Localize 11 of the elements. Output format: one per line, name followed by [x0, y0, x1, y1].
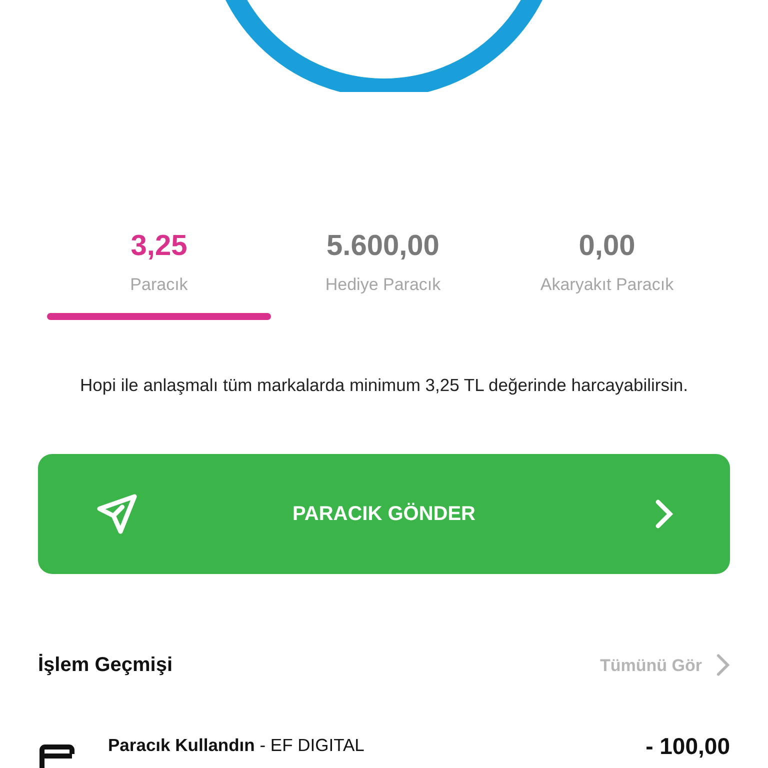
chevron-right-icon [716, 653, 730, 678]
balance-tab[interactable]: 0,00 Akaryakıt Paracık [495, 228, 719, 320]
section-title: İşlem Geçmişi [38, 652, 173, 678]
transaction-amount: - 100,00 [646, 732, 730, 760]
transaction-title: Paracık Kullandın - EF DIGITAL [108, 734, 364, 758]
transaction-icon [38, 744, 76, 768]
send-button[interactable]: PARACIK GÖNDER [38, 454, 730, 574]
balance-tab[interactable]: 5.600,00 Hediye Paracık [271, 228, 495, 320]
send-icon [96, 493, 138, 536]
info-text: Hopi ile anlaşmalı tüm markalarda minimum 3,25 TL değerinde harcayabilirsin. [79, 374, 689, 397]
balance-tab[interactable]: 3,25 Paracık [47, 228, 271, 320]
